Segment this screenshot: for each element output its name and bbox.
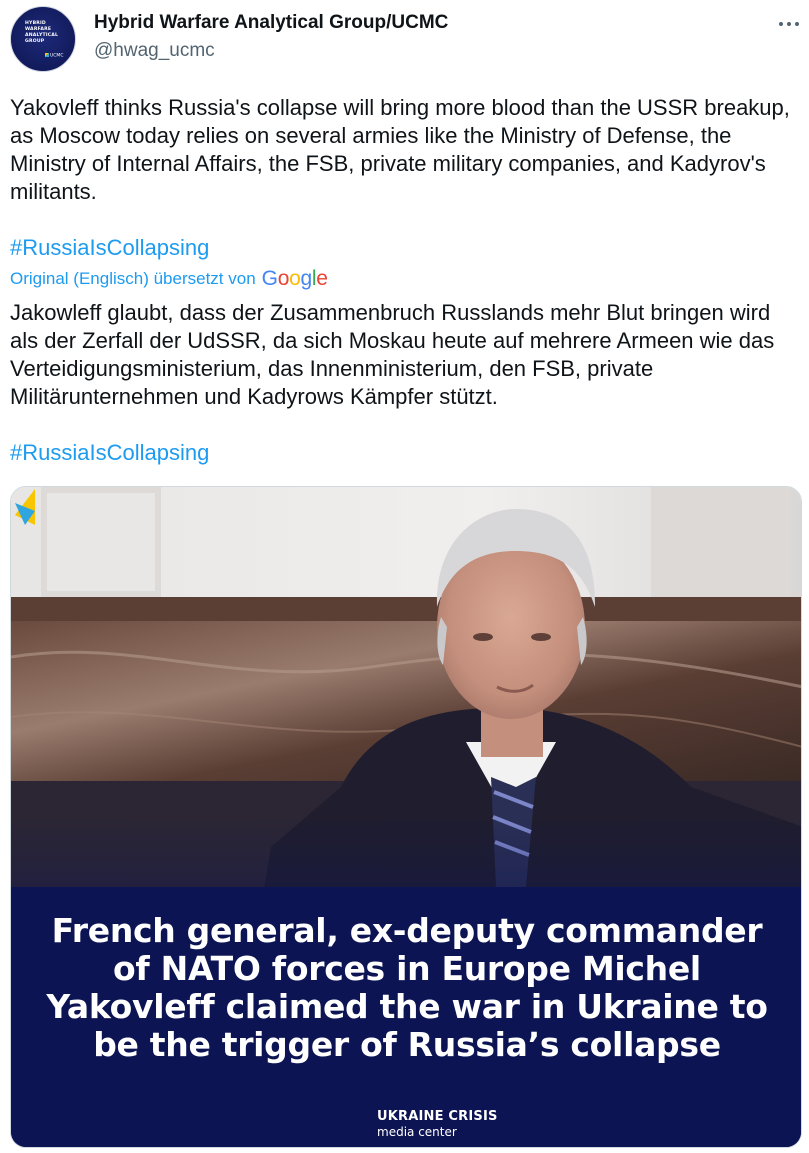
user-handle[interactable]: @hwag_ucmc (94, 40, 215, 62)
translation-label[interactable]: Original (Englisch) übersetzt von (10, 269, 256, 289)
translated-text: Jakowleff glaubt, dass der Zusammenbruch… (10, 300, 775, 409)
avatar[interactable]: HYBRID WARFARE ANALYTICAL GROUP UCMC (10, 6, 76, 72)
avatar-text: HYBRID WARFARE ANALYTICAL GROUP (25, 21, 59, 44)
google-logo: Google (261, 267, 328, 290)
translated-hashtag-link[interactable]: #RussiaIsCollapsing (10, 439, 209, 467)
media-caption: French general, ex-deputy commander of N… (46, 911, 768, 1064)
avatar-mark: UCMC (45, 53, 63, 59)
ucmc-logo-name: UKRAINE CRISIS (377, 1109, 498, 1124)
tweet-media-image[interactable]: French general, ex-deputy commander of N… (10, 486, 802, 1148)
display-name[interactable]: Hybrid Warfare Analytical Group/UCMC (94, 12, 448, 34)
hashtag-link[interactable]: #RussiaIsCollapsing (10, 234, 209, 262)
ucmc-logo-icon (15, 489, 35, 525)
translation-attribution: Original (Englisch) übersetzt von Google (10, 266, 328, 292)
ucmc-logo-subtitle: media center (377, 1125, 457, 1139)
tweet-text: Yakovleff thinks Russia's collapse will … (10, 95, 790, 204)
more-horizontal-icon[interactable] (776, 10, 802, 36)
tweet-header: HYBRID WARFARE ANALYTICAL GROUP UCMC Hyb… (0, 0, 809, 80)
